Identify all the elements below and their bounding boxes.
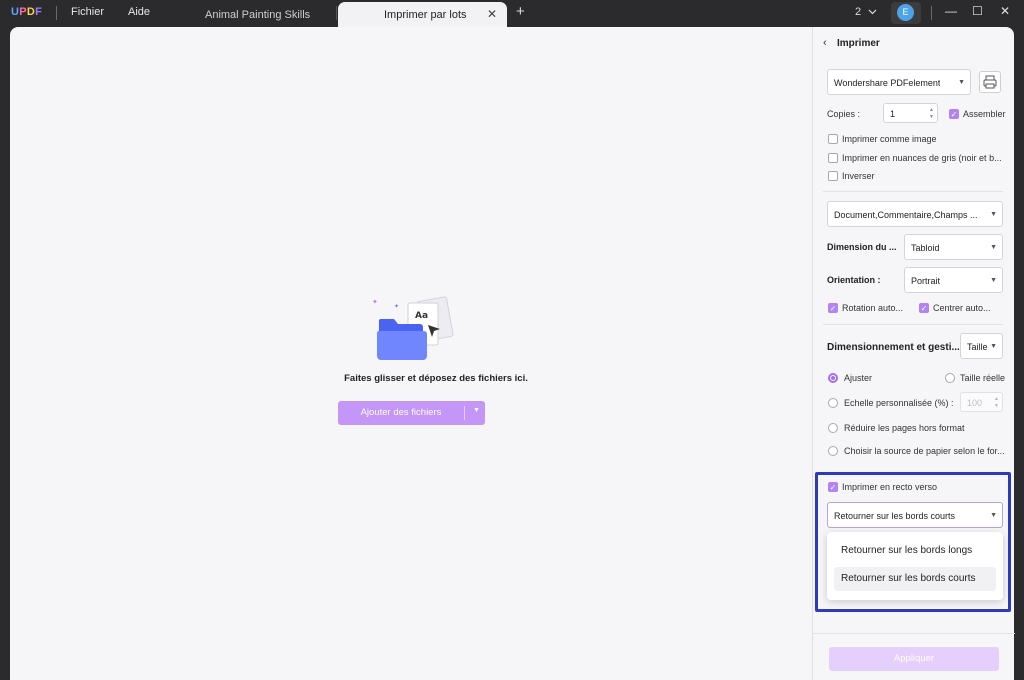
invert-checkbox[interactable] xyxy=(828,171,838,181)
option-label: Retourner sur les bords longs xyxy=(841,545,973,556)
apply-button[interactable]: Appliquer xyxy=(829,647,999,671)
shrink-label: Réduire les pages hors format xyxy=(844,423,965,433)
printer-properties-button[interactable] xyxy=(979,71,1001,93)
invert-label: Inverser xyxy=(842,171,875,181)
chevron-down-icon: ▼ xyxy=(990,512,997,519)
auto-rotate-checkbox[interactable]: ✓ xyxy=(828,303,838,313)
actual-size-radio[interactable] xyxy=(945,373,955,383)
chevron-down-icon[interactable]: ▼ xyxy=(473,407,480,414)
drop-instructions: Faites glisser et déposez des fichiers i… xyxy=(344,373,528,384)
chevron-down-icon: ▼ xyxy=(990,343,997,350)
assemble-checkbox[interactable]: ✓ xyxy=(949,109,959,119)
close-tab-icon[interactable]: ✕ xyxy=(487,7,497,21)
svg-text:✦: ✦ xyxy=(394,303,399,310)
content-value: Document,Commentaire,Champs ... xyxy=(834,210,978,220)
tab-animal-painting-skills[interactable]: Animal Painting Skills xyxy=(174,2,334,27)
tab-label: Animal Painting Skills xyxy=(205,9,311,21)
paper-source-radio[interactable] xyxy=(828,446,838,456)
stepper-down-icon[interactable]: ▼ xyxy=(994,403,999,409)
chevron-down-icon: ▼ xyxy=(958,79,965,86)
stepper-down-icon[interactable]: ▼ xyxy=(929,114,934,120)
tab-imprimer-par-lots[interactable]: Imprimer par lots ✕ xyxy=(338,2,507,27)
close-icon[interactable]: ✕ xyxy=(1000,4,1010,18)
new-tab-plus-icon[interactable]: + xyxy=(516,3,525,20)
custom-scale-label: Echelle personnalisée (%) : xyxy=(844,398,954,408)
flip-option-short[interactable]: Retourner sur les bords courts xyxy=(834,567,996,591)
dimension-value: Tabloid xyxy=(911,243,940,253)
actual-size-label: Taille réelle xyxy=(960,373,1006,383)
grayscale-label: Imprimer en nuances de gris (noir et b..… xyxy=(842,153,1002,163)
add-files-label: Ajouter des fichiers xyxy=(360,407,442,418)
custom-scale-stepper[interactable]: 100 ▲ ▼ xyxy=(960,392,1003,412)
copies-label: Copies : xyxy=(827,109,861,119)
flip-value: Retourner sur les bords courts xyxy=(834,511,956,521)
add-files-button[interactable]: Ajouter des fichiers ▼ xyxy=(338,401,485,425)
printer-icon xyxy=(983,75,997,89)
stepper-up-icon[interactable]: ▲ xyxy=(994,396,999,402)
content-select[interactable]: Document,Commentaire,Champs ... ▼ xyxy=(827,201,1003,227)
option-label: Retourner sur les bords courts xyxy=(841,573,976,584)
print-as-image-checkbox[interactable] xyxy=(828,134,838,144)
account-button[interactable]: E xyxy=(891,2,921,24)
panel-title: Imprimer xyxy=(837,38,880,49)
page-count-selector[interactable]: 2 xyxy=(855,6,877,18)
svg-text:Aa: Aa xyxy=(415,311,428,321)
flip-select[interactable]: Retourner sur les bords courts ▼ xyxy=(827,502,1003,528)
orientation-value: Portrait xyxy=(911,276,941,286)
copies-stepper[interactable]: 1 ▲ ▼ xyxy=(883,103,938,123)
divider xyxy=(813,633,1015,634)
custom-scale-value: 100 xyxy=(967,398,983,408)
chevron-down-icon: ▼ xyxy=(990,211,997,218)
fit-radio[interactable] xyxy=(828,373,838,383)
svg-text:✦: ✦ xyxy=(372,298,378,306)
sizing-select[interactable]: Taille ▼ xyxy=(960,333,1003,359)
drop-area[interactable]: ✦ ✦ Aa Faites glisser et déposez des fic… xyxy=(10,27,812,680)
maximize-icon[interactable]: ☐ xyxy=(972,4,983,18)
fit-label: Ajuster xyxy=(844,373,873,383)
divider xyxy=(823,191,1003,192)
grayscale-checkbox[interactable] xyxy=(828,153,838,163)
separator xyxy=(56,6,57,20)
duplex-checkbox[interactable]: ✓ xyxy=(828,482,838,492)
auto-center-label: Centrer auto... xyxy=(933,303,991,313)
chevron-down-icon: ▼ xyxy=(990,244,997,251)
auto-center-checkbox[interactable]: ✓ xyxy=(919,303,929,313)
paper-source-label: Choisir la source de papier selon le for… xyxy=(844,446,1005,456)
printer-value: Wondershare PDFelement xyxy=(834,78,941,88)
flip-dropdown-menu: Retourner sur les bords longs Retourner … xyxy=(827,532,1003,600)
orientation-select[interactable]: Portrait ▼ xyxy=(904,267,1003,293)
separator xyxy=(336,6,337,20)
app-logo: UPDF xyxy=(11,6,43,18)
dimension-select[interactable]: Tabloid ▼ xyxy=(904,234,1003,260)
orientation-label: Orientation : xyxy=(827,275,881,285)
menu-aide[interactable]: Aide xyxy=(128,6,150,18)
print-settings-panel: ‹ Imprimer Wondershare PDFelement ▼ Copi… xyxy=(812,27,1015,680)
dimension-label: Dimension du ... xyxy=(827,242,897,252)
duplex-label: Imprimer en recto verso xyxy=(842,482,938,492)
printer-select[interactable]: Wondershare PDFelement ▼ xyxy=(827,69,971,95)
chevron-down-icon xyxy=(868,9,877,15)
sizing-value: Taille xyxy=(967,342,988,352)
assemble-label: Assembler xyxy=(963,109,1006,119)
print-as-image-label: Imprimer comme image xyxy=(842,134,937,144)
chevron-down-icon: ▼ xyxy=(990,277,997,284)
separator xyxy=(931,6,932,20)
sizing-label: Dimensionnement et gesti... xyxy=(827,342,960,353)
folder-files-icon: ✦ ✦ Aa xyxy=(370,291,460,368)
tab-label: Imprimer par lots xyxy=(384,9,467,21)
custom-scale-radio[interactable] xyxy=(828,398,838,408)
flip-option-long[interactable]: Retourner sur les bords longs xyxy=(834,539,996,563)
stepper-up-icon[interactable]: ▲ xyxy=(929,107,934,113)
back-chevron-icon[interactable]: ‹ xyxy=(823,37,827,49)
minimize-icon[interactable]: — xyxy=(945,4,957,18)
menu-fichier[interactable]: Fichier xyxy=(71,6,104,18)
title-bar: UPDF Fichier Aide Animal Painting Skills… xyxy=(0,0,1024,27)
shrink-radio[interactable] xyxy=(828,423,838,433)
button-divider xyxy=(464,406,465,420)
avatar: E xyxy=(897,4,914,21)
copies-value: 1 xyxy=(890,109,896,119)
divider xyxy=(823,324,1003,325)
auto-rotate-label: Rotation auto... xyxy=(842,303,904,313)
page-count: 2 xyxy=(855,6,862,18)
